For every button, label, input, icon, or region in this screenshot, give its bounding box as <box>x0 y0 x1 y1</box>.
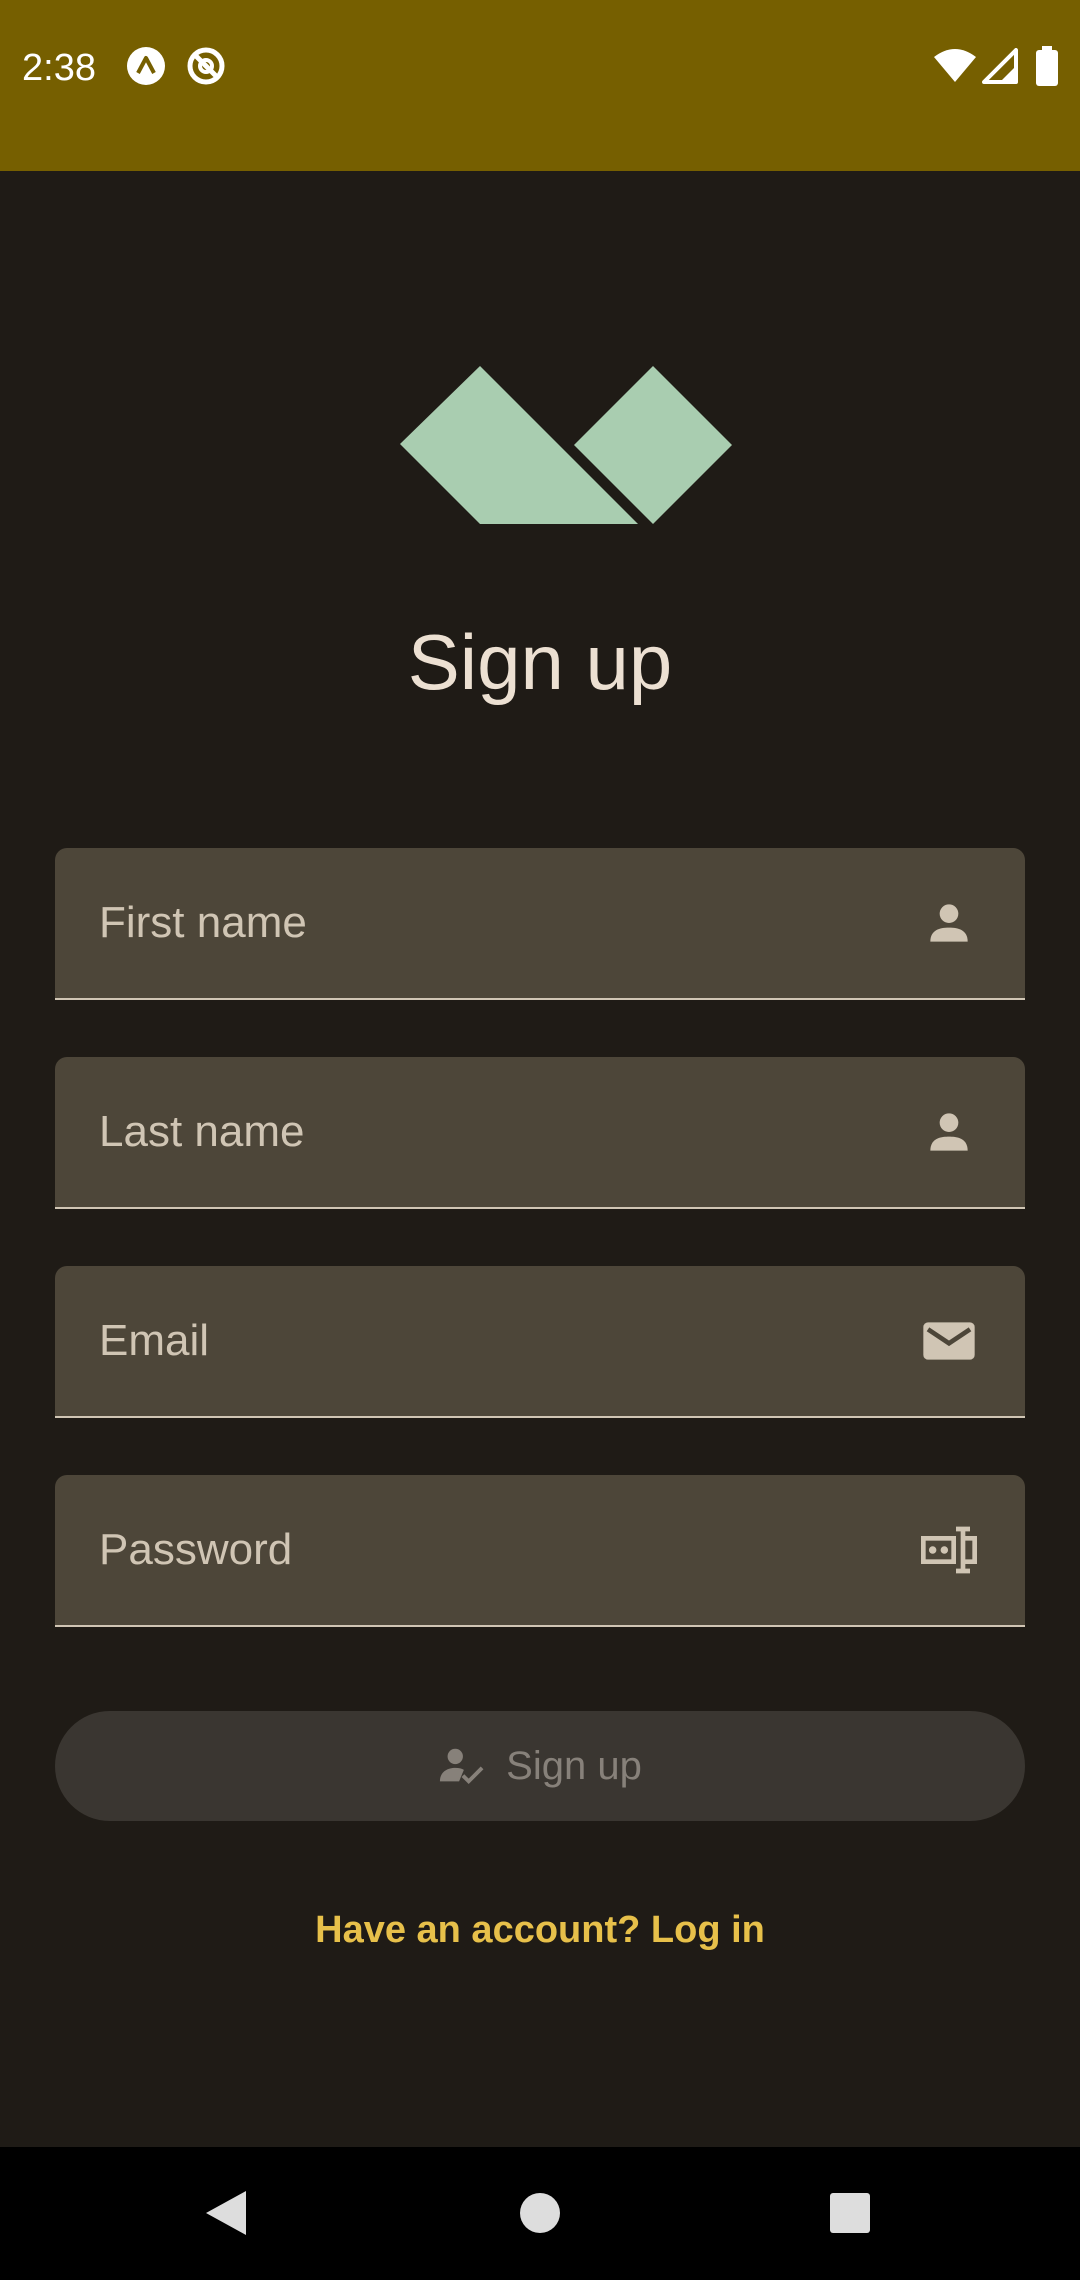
password-label: Password <box>99 1525 293 1574</box>
signup-button-label: Sign up <box>506 1743 642 1788</box>
person-check-icon <box>438 1743 484 1789</box>
no-tracking-icon <box>186 46 226 86</box>
last-name-label: Last name <box>99 1107 305 1156</box>
signup-button[interactable]: Sign up <box>55 1711 1025 1821</box>
status-bar: 2:38 <box>0 0 1080 171</box>
back-icon[interactable] <box>184 2171 268 2255</box>
email-label: Email <box>99 1316 210 1365</box>
home-icon[interactable] <box>498 2171 582 2255</box>
navigation-bar <box>0 2147 1080 2280</box>
mail-icon <box>921 1313 977 1369</box>
page-title: Sign up <box>407 618 673 706</box>
last-name-field[interactable]: Last name <box>55 1057 1025 1209</box>
expo-icon <box>126 46 166 86</box>
person-icon <box>921 1104 977 1160</box>
battery-icon <box>1036 46 1058 91</box>
email-field[interactable]: Email <box>55 1266 1025 1418</box>
wifi-icon <box>934 48 976 89</box>
password-field[interactable]: Password <box>55 1475 1025 1627</box>
first-name-field[interactable]: First name <box>55 848 1025 1000</box>
recents-icon[interactable] <box>808 2171 892 2255</box>
signal-icon <box>982 48 1018 89</box>
login-link[interactable]: Have an account? Log in <box>0 1905 1080 1955</box>
screen: 2:38 Sign up First name Last name Email … <box>0 0 1080 2280</box>
app-logo <box>400 366 734 526</box>
password-icon <box>921 1522 977 1578</box>
first-name-label: First name <box>99 898 307 947</box>
person-icon <box>921 895 977 951</box>
status-time: 2:38 <box>22 47 96 89</box>
